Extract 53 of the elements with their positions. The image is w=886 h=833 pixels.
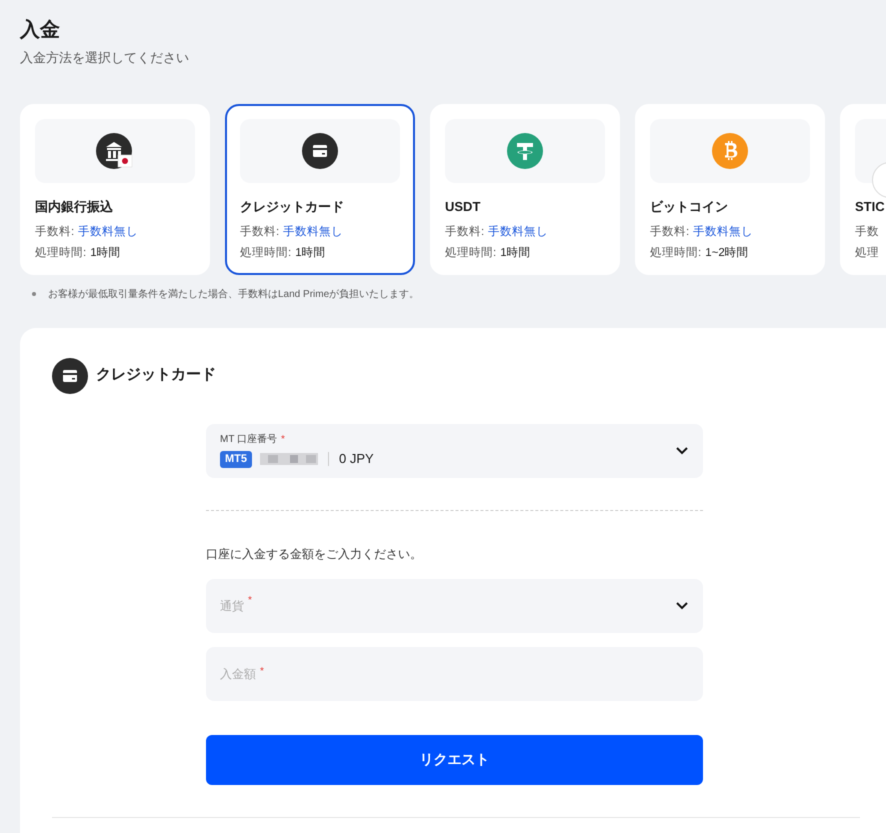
account-balance: 0 JPY bbox=[339, 450, 374, 468]
form-title: クレジットカード bbox=[96, 365, 216, 386]
platform-tag: MT5 bbox=[220, 450, 252, 468]
time-label: 処理時間: bbox=[35, 246, 86, 262]
bitcoin-icon bbox=[712, 132, 748, 168]
fee-label: 手数料: bbox=[650, 224, 690, 240]
redacted-number bbox=[260, 453, 318, 465]
method-name: 国内銀行振込 bbox=[35, 198, 114, 216]
time-value: 1時間 bbox=[90, 246, 121, 262]
card-icon bbox=[52, 358, 88, 394]
amount-field[interactable]: 入金額 * bbox=[206, 646, 703, 700]
fee-value: 手数料無し bbox=[283, 224, 344, 240]
method-name: ビットコイン bbox=[650, 198, 729, 216]
method-name: USDT bbox=[445, 198, 482, 216]
payment-method-card[interactable]: 国内銀行振込 手数料: 手数料無し 処理時間: 1時間 bbox=[20, 104, 210, 274]
fee-value: 手数料無し bbox=[78, 224, 138, 240]
tether-icon bbox=[507, 132, 543, 168]
payment-method-card[interactable]: USDT 手数料: 手数料無し 処理時間: 1時間 bbox=[430, 104, 620, 274]
payment-method-card[interactable]: STIC 手数 処理 bbox=[840, 104, 886, 274]
currency-select[interactable]: 通貨 * bbox=[206, 578, 703, 632]
card-icon bbox=[302, 132, 338, 168]
payment-method-card[interactable]: クレジットカード 手数料: 手数料無し 処理時間: 1時間 bbox=[225, 104, 415, 274]
chevron-down-icon bbox=[675, 446, 689, 455]
request-button[interactable]: リクエスト bbox=[206, 734, 703, 784]
currency-placeholder: 通貨 bbox=[220, 598, 244, 614]
fee-note: お客様が最低取引量条件を満たした場合、手数料はLand Primeが負担いたします。 bbox=[48, 288, 420, 302]
chevron-down-icon bbox=[675, 601, 689, 610]
fee-value: 手数料無し bbox=[488, 224, 548, 240]
fee-label: 手数料: bbox=[445, 224, 484, 240]
required-mark: * bbox=[248, 594, 252, 608]
bank-icon bbox=[96, 132, 134, 168]
fee-label: 手数 bbox=[855, 224, 879, 240]
payment-method-card[interactable]: ビットコイン 手数料: 手数料無し 処理時間: 1~2時間 bbox=[635, 104, 825, 274]
amount-prompt: 口座に入金する金額をご入力ください。 bbox=[206, 546, 423, 562]
time-label: 処理時間: bbox=[240, 246, 292, 262]
time-value: 1時間 bbox=[500, 246, 531, 262]
time-value: 1~2時間 bbox=[705, 246, 749, 262]
fee-value: 手数料無し bbox=[693, 224, 754, 240]
method-name: STIC bbox=[855, 198, 886, 216]
field-label: MT 口座番号 bbox=[220, 432, 278, 448]
page-title: 入金 bbox=[20, 18, 61, 43]
time-label: 処理時間: bbox=[650, 246, 702, 262]
time-value: 1時間 bbox=[295, 246, 326, 262]
amount-placeholder: 入金額 bbox=[220, 666, 256, 682]
time-label: 処理 bbox=[855, 246, 879, 262]
required-mark: * bbox=[260, 665, 264, 679]
account-select[interactable]: MT 口座番号 * MT5 0 JPY bbox=[206, 424, 703, 478]
method-name: クレジットカード bbox=[240, 198, 345, 216]
required-mark: * bbox=[281, 433, 285, 448]
fee-label: 手数料: bbox=[35, 224, 74, 240]
page-subtitle: 入金方法を選択してください bbox=[20, 49, 190, 67]
time-label: 処理時間: bbox=[445, 246, 496, 262]
fee-label: 手数料: bbox=[240, 224, 280, 240]
